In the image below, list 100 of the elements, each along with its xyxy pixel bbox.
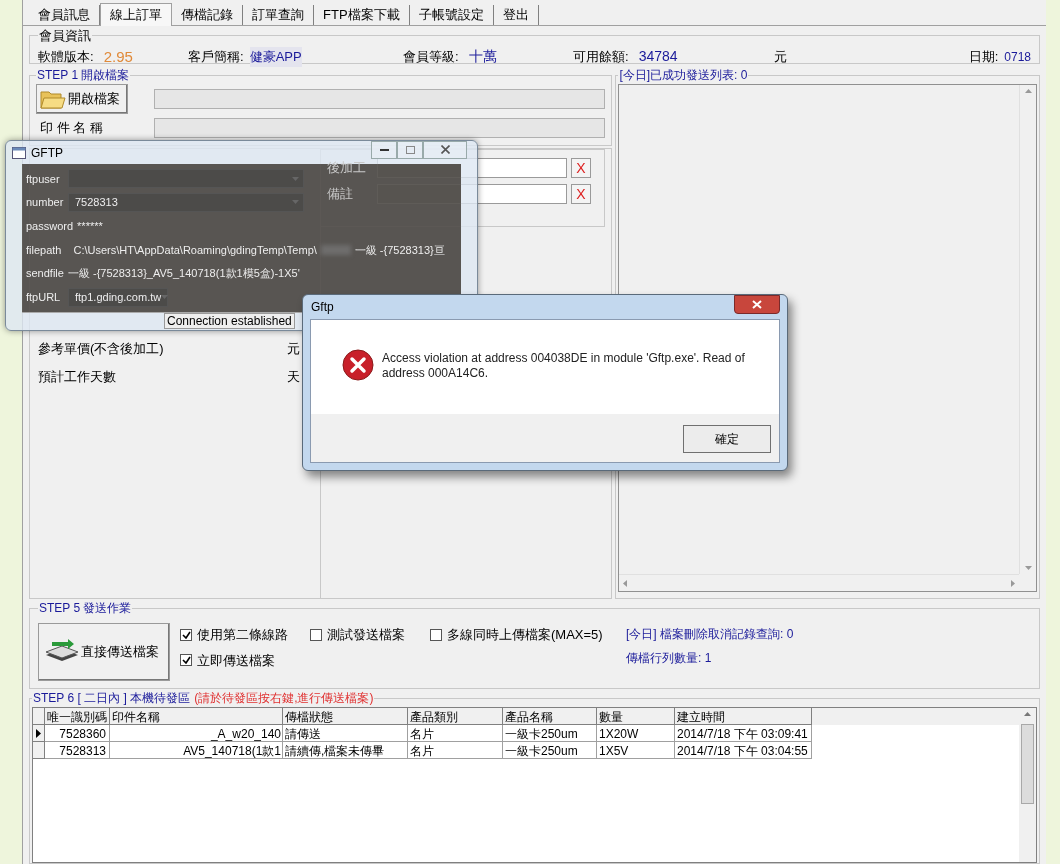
field-label: 預計工作天數 [38,367,117,386]
field-label: ftpURL [26,289,62,305]
window-icon [12,146,26,159]
table-cell: 請續傳,檔案未傳畢 [283,742,408,759]
checkbox-label[interactable]: 立即傳送檔案 [197,650,275,670]
tab[interactable]: 線上訂單 [100,3,172,26]
field-value: 十萬 [468,47,497,67]
unit-label: 天 [287,367,300,386]
unit-label: 元 [287,340,300,358]
scroll-left-icon [623,579,628,587]
folder-icon [40,88,66,110]
column-header[interactable]: 產品類別 [408,708,503,725]
close-icon [752,300,762,309]
dropdown-arrow-icon [292,176,299,181]
field-label: 日期: [968,48,999,66]
checkbox-label[interactable]: 多線同時上傳檔案(MAX=5) [447,625,603,645]
table-cell: 名片 [408,742,503,759]
send-button[interactable]: 直接傳送檔案 [38,623,170,681]
field-value: 0718 [1004,48,1031,66]
group-title: STEP 5 發送作業 [38,600,133,617]
column-header[interactable]: 傳檔狀態 [283,708,408,725]
field-label: ftpuser [26,171,61,187]
table-cell: AV5_140718(1款1 [110,742,283,759]
scroll-up-icon [1024,89,1032,93]
status-bar-text: Connection established [164,312,295,329]
field-label: password [26,218,74,234]
row-header[interactable] [33,725,45,742]
checkbox-label[interactable]: 使用第二條線路 [197,625,288,645]
field-label: number [26,195,64,211]
group-title: STEP 6 [ 二日內 ] 本機待發區 [33,690,191,707]
dropdown[interactable]: ftp1.gding.com.tw [68,287,168,307]
table-cell: 一級卡250um [503,725,597,742]
column-header[interactable]: 數量 [597,708,675,725]
group-title: [今日]已成功發送列表: 0 [618,67,749,84]
dropdown-arrow-icon [161,295,169,300]
error-message: Access violation at address 004038DE in module 'Gftp.exe'. Read of address 000A14C6. [382,350,746,381]
tab[interactable]: 訂單查詢 [243,5,314,25]
tab[interactable]: 子帳號設定 [409,5,494,25]
field-value: 一級 -{7528313}亘 [354,242,445,258]
field-label: filepath [26,242,62,258]
tab[interactable]: FTP檔案下載 [314,5,410,25]
table-cell: _A_w20_140 [110,725,283,742]
column-header[interactable]: 印件名稱 [110,708,283,725]
column-header[interactable]: 產品名稱 [503,708,597,725]
tab[interactable]: 登出 [493,5,539,25]
open-file-button[interactable]: 開啟檔案 [36,84,128,114]
group-title: 會員資訊 [38,27,92,45]
checkbox[interactable] [180,654,192,667]
dropdown[interactable]: 7528313 [68,193,304,212]
table-cell: 7528360 [45,725,110,742]
field-value: ****** [77,218,103,234]
column-header[interactable]: 建立時間 [675,708,812,725]
checkbox-label[interactable]: 測試發送檔案 [327,625,405,645]
scroll-up-icon [1024,712,1031,716]
field-label: 可用餘額: [573,48,629,66]
row-pointer-icon [36,728,41,738]
dropdown-arrow-icon [292,200,299,205]
checkbox[interactable] [430,628,442,641]
close-button[interactable] [734,295,780,314]
status-text: [今日] 檔案刪除取消記錄查詢: 0 [626,626,794,643]
minimize-icon [379,148,389,151]
dialog-title: Gftp [311,299,334,316]
checkbox[interactable] [310,628,322,641]
unit-label: 元 [773,48,787,66]
checkbox[interactable] [180,628,192,641]
table-cell: 一級卡250um [503,742,597,759]
group-title: STEP 1 開啟檔案 [36,67,131,84]
close-icon [440,145,450,154]
field-value: 健豪APP [249,47,302,67]
scroll-right-icon [1011,579,1015,587]
field-label: 後加工 [327,159,367,178]
scrollbar[interactable] [1019,708,1036,862]
field-value: 2.95 [103,46,133,67]
clear-button[interactable]: X [571,158,591,178]
blurred-text-block [320,244,351,255]
column-header[interactable]: 唯一識別碼 [45,708,110,725]
field-value: C:\Users\HT\AppData\Roaming\gdingTemp\Temp\ [73,242,317,258]
ok-button[interactable]: 確定 [683,425,771,453]
scroll-thumb[interactable] [1021,724,1034,804]
table-cell: 1X20W [597,725,675,742]
field-label: 備註 [327,185,354,204]
check-icon [181,630,191,639]
clear-button[interactable]: X [571,184,591,204]
field-label: 客戶簡稱: [188,48,244,66]
hint-text: (請於待發區按右鍵,進行傳送檔案) [194,690,374,707]
check-icon [181,656,191,665]
table-cell: 2014/7/18 下午 03:04:55 [675,742,812,759]
scroll-down-icon [1024,566,1032,570]
table-cell: 請傳送 [283,725,408,742]
minimize-button[interactable] [371,140,397,159]
table-cell: 1X5V [597,742,675,759]
field-label: sendfile [26,266,64,282]
tab[interactable]: 傳檔記錄 [172,5,243,25]
field-label: 參考單價(不含後加工) [38,340,165,358]
field-label: 軟體版本: [38,48,94,66]
maximize-icon [405,145,415,154]
field-value: 34784 [638,47,678,67]
field-label: 會員等級: [403,48,459,66]
table-cell: 7528313 [45,742,110,759]
table-cell: 2014/7/18 下午 03:09:41 [675,725,812,742]
